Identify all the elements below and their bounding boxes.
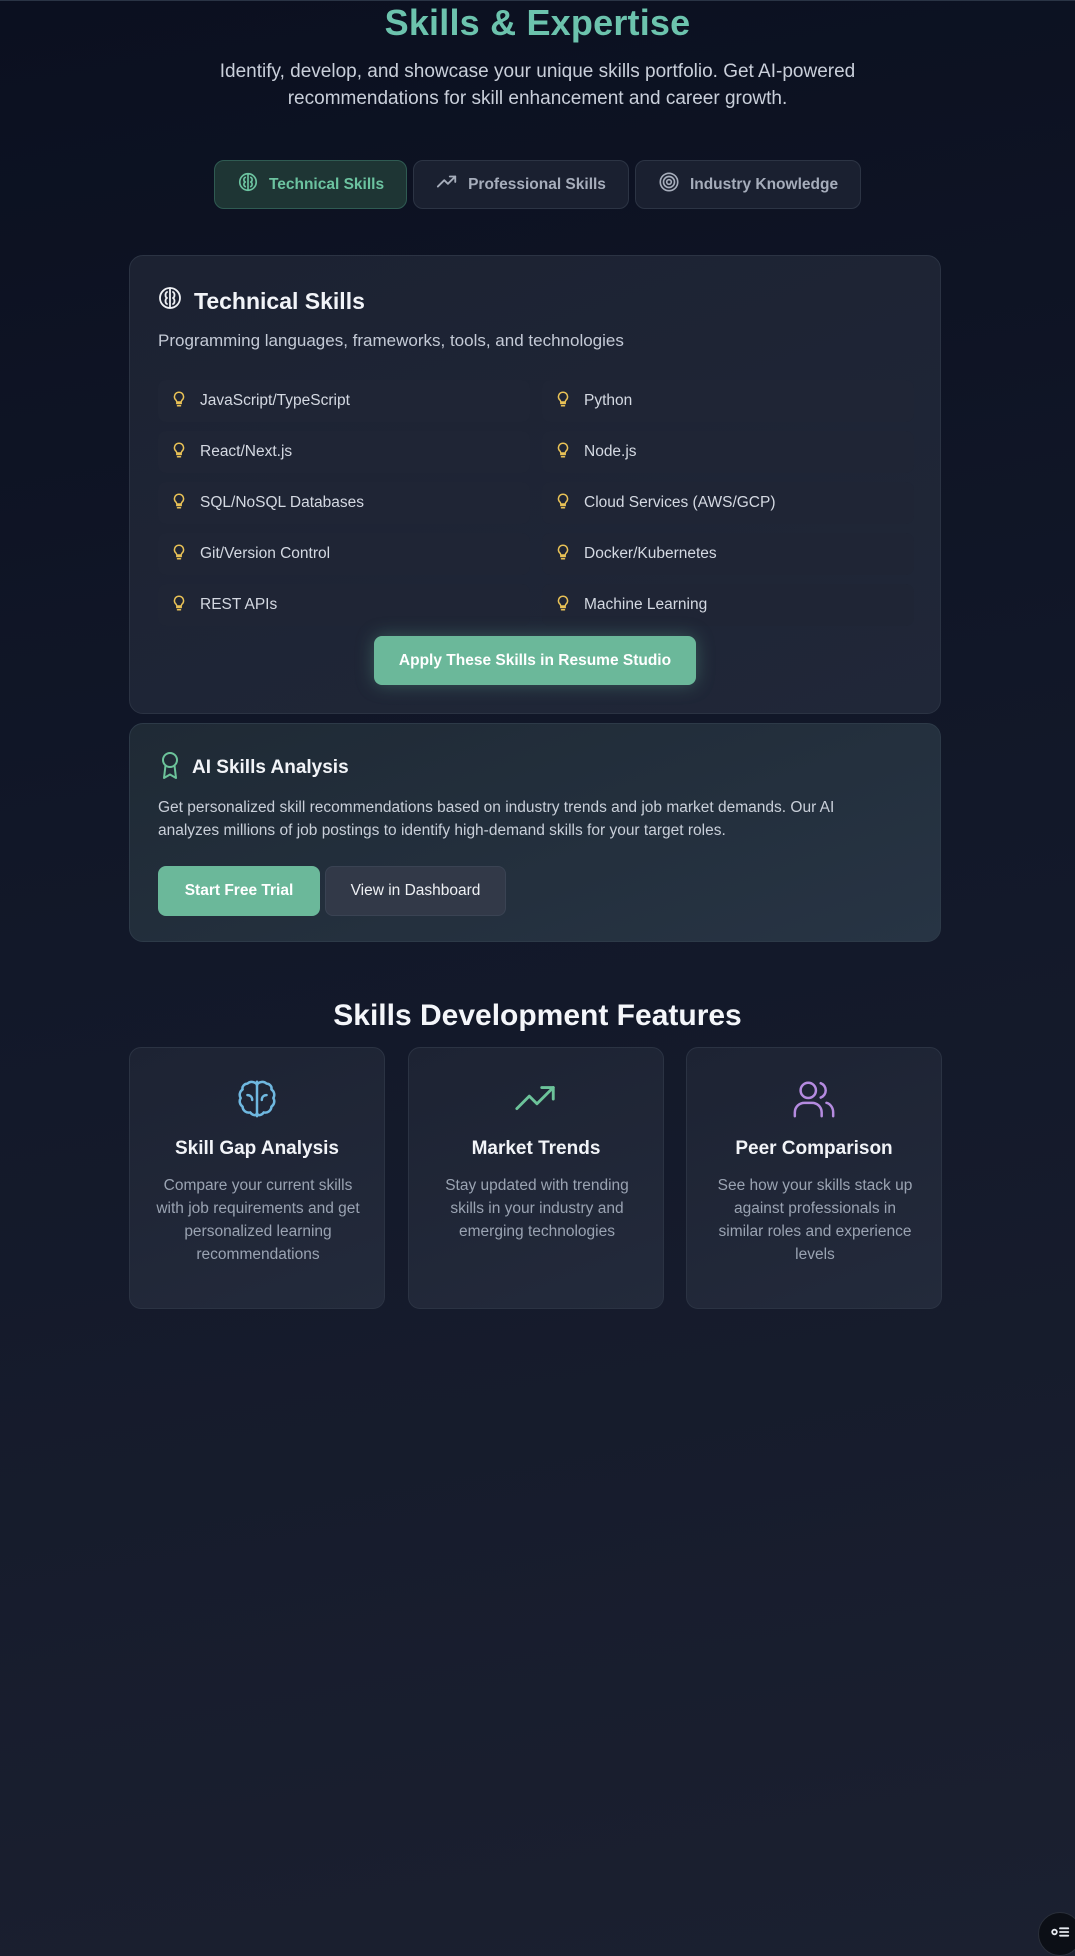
skill-item: React/Next.js	[158, 431, 530, 473]
skill-item: Machine Learning	[542, 584, 914, 626]
feature-card-market-trends: Market Trends Stay updated with trending…	[408, 1047, 664, 1309]
skill-label: Node.js	[584, 443, 637, 460]
ai-skills-analysis-card: AI Skills Analysis Get personalized skil…	[129, 723, 941, 942]
lightbulb-icon	[554, 441, 572, 464]
card-subtitle: Programming languages, frameworks, tools…	[158, 331, 624, 350]
floating-menu-button[interactable]	[1038, 1912, 1075, 1956]
skill-category-tabs: Technical Skills Professional Skills Ind…	[0, 160, 1075, 209]
skills-grid: JavaScript/TypeScript Python React/Next.…	[158, 380, 914, 626]
page: { "hero": { "title": "Skills & Expertise…	[0, 0, 1075, 1956]
lightbulb-icon	[554, 543, 572, 566]
top-divider	[0, 0, 1075, 1]
page-title: Skills & Expertise	[384, 2, 691, 43]
page-subtitle: Identify, develop, and showcase your uni…	[219, 61, 856, 109]
trending-up-icon	[409, 1076, 663, 1122]
feature-description: See how your skills stack up against pro…	[717, 1177, 913, 1263]
brain-icon	[130, 1076, 384, 1122]
skill-label: Docker/Kubernetes	[584, 545, 717, 562]
skill-label: Machine Learning	[584, 596, 708, 613]
skill-item: REST APIs	[158, 584, 530, 626]
ai-card-title-text: AI Skills Analysis	[192, 757, 349, 778]
feature-description: Compare your current skills with job req…	[156, 1177, 360, 1263]
feature-card-skill-gap: Skill Gap Analysis Compare your current …	[129, 1047, 385, 1309]
card-title: Technical Skills	[158, 286, 365, 316]
lightbulb-icon	[554, 492, 572, 515]
list-settings-icon	[1049, 1921, 1071, 1948]
lightbulb-icon	[554, 594, 572, 617]
lightbulb-icon	[170, 441, 188, 464]
lightbulb-icon	[170, 390, 188, 413]
tab-label: Industry Knowledge	[689, 175, 839, 193]
brain-icon	[158, 286, 182, 316]
skill-label: Git/Version Control	[200, 545, 331, 562]
skill-item: Cloud Services (AWS/GCP)	[542, 482, 914, 524]
tab-industry-knowledge[interactable]: Industry Knowledge	[634, 160, 862, 209]
target-icon	[658, 171, 680, 198]
skill-item: Git/Version Control	[158, 533, 530, 575]
skill-label: SQL/NoSQL Databases	[200, 494, 364, 511]
skill-item: Docker/Kubernetes	[542, 533, 914, 575]
skill-item: Node.js	[542, 431, 914, 473]
feature-description: Stay updated with trending skills in you…	[445, 1177, 629, 1240]
feature-card-peer-comparison: Peer Comparison See how your skills stac…	[686, 1047, 942, 1309]
skill-item: Python	[542, 380, 914, 422]
technical-skills-card: Technical Skills Programming languages, …	[129, 255, 941, 714]
tab-professional-skills[interactable]: Professional Skills	[413, 160, 629, 209]
users-icon	[687, 1076, 941, 1122]
view-in-dashboard-button[interactable]: View in Dashboard	[325, 866, 506, 916]
ai-card-title: AI Skills Analysis	[158, 750, 349, 786]
lightbulb-icon	[554, 390, 572, 413]
lightbulb-icon	[170, 543, 188, 566]
skill-label: Cloud Services (AWS/GCP)	[584, 494, 776, 511]
lightbulb-icon	[170, 594, 188, 617]
skill-label: JavaScript/TypeScript	[200, 392, 350, 409]
features-heading: Skills Development Features	[333, 999, 742, 1032]
award-icon	[158, 750, 182, 786]
card-title-text: Technical Skills	[194, 287, 365, 314]
tab-label: Professional Skills	[468, 175, 606, 193]
skill-label: REST APIs	[200, 596, 278, 613]
skill-label: React/Next.js	[200, 443, 293, 460]
skill-item: JavaScript/TypeScript	[158, 380, 530, 422]
feature-title: Market Trends	[471, 1138, 601, 1159]
tab-label: Technical Skills	[268, 175, 385, 193]
feature-title: Skill Gap Analysis	[174, 1138, 340, 1159]
apply-skills-button[interactable]: Apply These Skills in Resume Studio	[374, 636, 696, 685]
skill-label: Python	[584, 392, 633, 409]
start-free-trial-button[interactable]: Start Free Trial	[158, 866, 320, 916]
skill-item: SQL/NoSQL Databases	[158, 482, 530, 524]
feature-title: Peer Comparison	[735, 1138, 893, 1159]
trending-up-icon	[436, 171, 458, 198]
ai-card-description: Get personalized skill recommendations b…	[158, 799, 835, 839]
tab-technical-skills[interactable]: Technical Skills	[213, 160, 408, 209]
brain-icon	[237, 171, 259, 198]
lightbulb-icon	[170, 492, 188, 515]
